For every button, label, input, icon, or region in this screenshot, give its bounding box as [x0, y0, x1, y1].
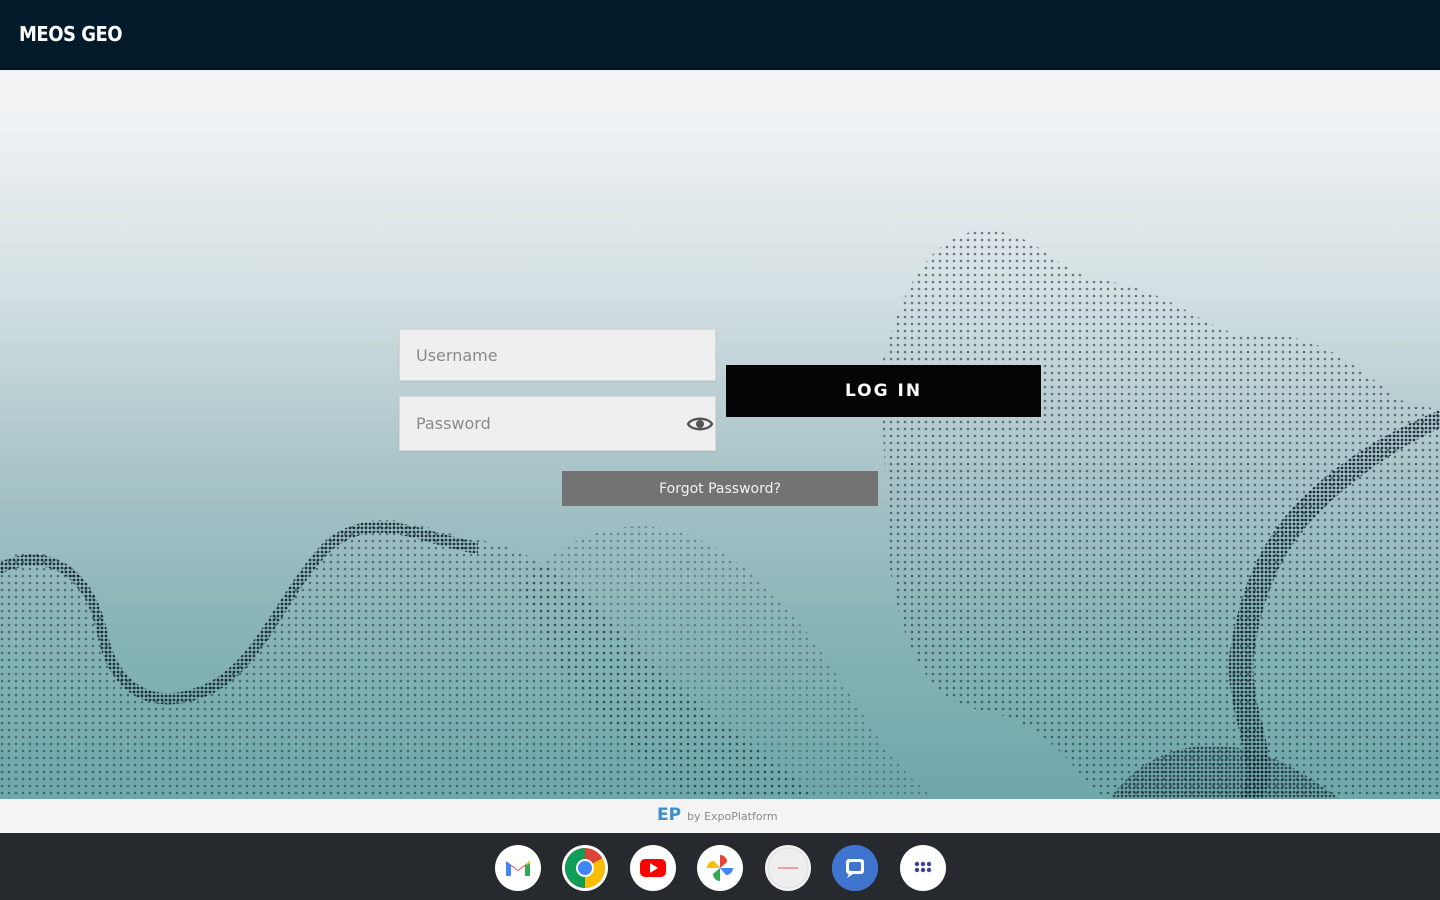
login-button[interactable]: LOG IN: [726, 365, 1041, 417]
eye-icon[interactable]: [686, 413, 714, 435]
username-input[interactable]: [400, 330, 715, 380]
ep-logo: EP: [657, 805, 682, 825]
messages-icon[interactable]: [832, 845, 878, 891]
os-shelf: [0, 833, 1440, 900]
forgot-password-button[interactable]: Forgot Password?: [562, 471, 878, 506]
expoplatform-brand[interactable]: EP by ExpoPlatform: [657, 805, 778, 825]
app-icon[interactable]: [765, 845, 811, 891]
app-bar: MEOS GEO: [0, 0, 1440, 70]
youtube-icon[interactable]: [630, 845, 676, 891]
footer: EP by ExpoPlatform: [0, 799, 1440, 833]
username-field[interactable]: [399, 329, 716, 381]
gmail-icon[interactable]: [495, 845, 541, 891]
password-field[interactable]: [399, 396, 716, 451]
launcher-icon[interactable]: [900, 845, 946, 891]
password-input[interactable]: [400, 397, 715, 450]
dotted-wave-decoration: [0, 230, 1440, 799]
app-title: MEOS GEO: [19, 22, 123, 46]
chrome-icon[interactable]: [562, 845, 608, 891]
login-background: LOG IN Forgot Password?: [0, 70, 1440, 799]
photos-icon[interactable]: [697, 845, 743, 891]
brand-tagline: by ExpoPlatform: [687, 810, 778, 823]
